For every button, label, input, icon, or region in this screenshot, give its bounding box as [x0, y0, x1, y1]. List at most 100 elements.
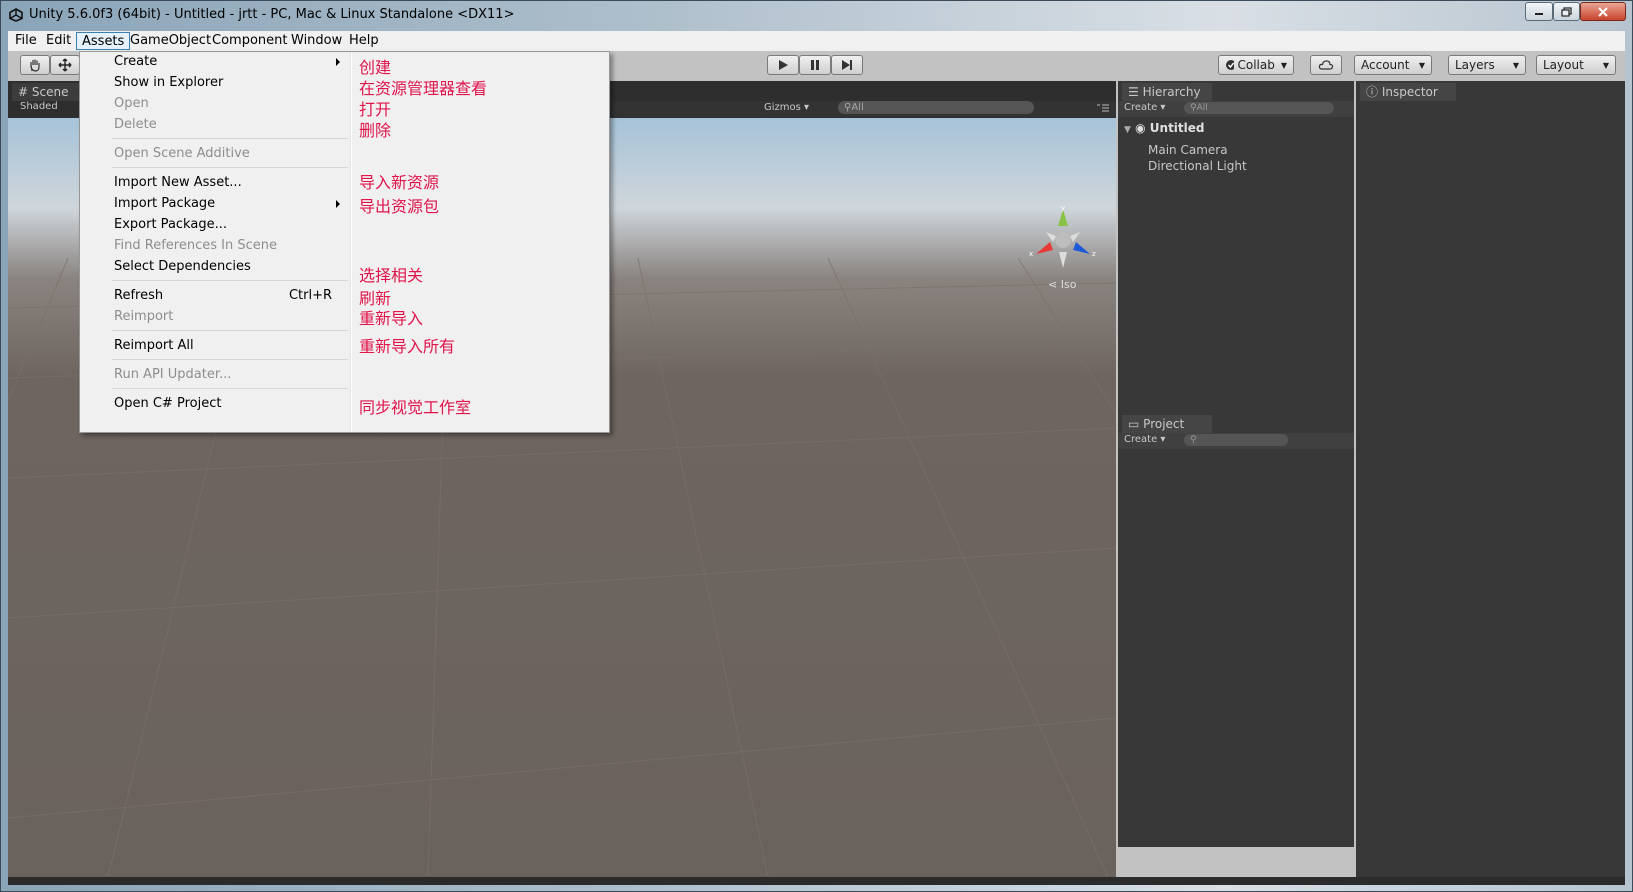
menu-item-label: Create: [114, 54, 158, 69]
layout-label: Layout: [1543, 58, 1584, 72]
list-item[interactable]: Directional Light: [1148, 159, 1247, 173]
scene-search-placeholder: All: [851, 102, 864, 113]
menu-item-label: Delete: [114, 117, 157, 132]
menu-item-open-scene-additive[interactable]: Open Scene Additive: [80, 144, 350, 164]
pause-button[interactable]: [799, 55, 831, 75]
expand-triangle-icon[interactable]: ▼: [1124, 125, 1131, 135]
hierarchy-scene-root[interactable]: ▼ ◉ Untitled: [1124, 121, 1205, 135]
tab-inspector[interactable]: ⓘ Inspector: [1360, 83, 1456, 101]
panel-menu-icon[interactable]: [1096, 103, 1110, 113]
tab-scene[interactable]: # Scene: [12, 83, 82, 101]
menu-item-label: Import New Asset...: [114, 175, 242, 190]
menu-separator: [112, 359, 348, 360]
maximize-button[interactable]: [1553, 2, 1580, 21]
folder-icon: ▭: [1128, 417, 1140, 431]
hand-icon: [30, 59, 40, 72]
layers-dropdown[interactable]: Layers ▼: [1448, 55, 1526, 75]
hierarchy-search-input[interactable]: ⚲All: [1184, 102, 1334, 114]
menu-item-open[interactable]: Open: [80, 94, 350, 114]
annotation-delete: 删除: [359, 121, 392, 140]
minimize-button[interactable]: [1525, 2, 1553, 21]
grid-icon: #: [18, 85, 29, 99]
menu-item-label: Refresh: [114, 288, 164, 303]
layers-label: Layers: [1455, 58, 1495, 72]
menu-item-refresh[interactable]: Refresh Ctrl+R: [80, 286, 350, 306]
project-panel: ▭ Project Create ▾ ⚲: [1118, 413, 1354, 847]
account-dropdown[interactable]: Account ▼: [1354, 55, 1432, 75]
menu-window[interactable]: Window: [286, 32, 347, 50]
menu-item-create[interactable]: Create: [80, 52, 350, 72]
menu-assets[interactable]: Assets: [76, 32, 131, 50]
list-item[interactable]: Main Camera: [1148, 143, 1228, 157]
menu-item-label: Open: [114, 96, 149, 111]
menu-item-select-dependencies[interactable]: Select Dependencies: [80, 257, 350, 277]
menu-file[interactable]: File: [10, 32, 42, 50]
menu-edit[interactable]: Edit: [41, 32, 76, 50]
hierarchy-search-placeholder: All: [1196, 103, 1208, 113]
project-search-input[interactable]: ⚲: [1184, 434, 1288, 446]
menu-item-delete[interactable]: Delete: [80, 115, 350, 135]
iso-icon: ⋖: [1048, 278, 1058, 291]
scene-name: Untitled: [1149, 121, 1205, 135]
menu-item-label: Export Package...: [114, 217, 227, 232]
search-icon: ⚲: [1190, 103, 1197, 113]
axis-label-z: z: [1092, 250, 1096, 258]
move-tool-button[interactable]: [50, 55, 80, 75]
hand-tool-button[interactable]: [20, 55, 50, 75]
step-icon: [842, 60, 852, 70]
menu-help[interactable]: Help: [344, 32, 384, 50]
submenu-arrow-icon: [336, 58, 340, 66]
step-button[interactable]: [831, 55, 863, 75]
tab-project[interactable]: ▭ Project: [1122, 415, 1212, 433]
annotation-reimport: 重新导入: [359, 309, 424, 328]
tab-hierarchy[interactable]: ☰ Hierarchy: [1122, 83, 1212, 101]
scene-tab-label: Scene: [31, 85, 69, 99]
play-button[interactable]: [767, 55, 799, 75]
iso-label: Iso: [1060, 278, 1077, 291]
shading-mode-dropdown[interactable]: Shaded: [20, 101, 58, 112]
menu-item-export-package[interactable]: Export Package...: [80, 215, 350, 235]
axis-label-y: y: [1061, 204, 1065, 212]
menu-item-import-new-asset[interactable]: Import New Asset...: [80, 173, 350, 193]
chevron-down-icon: ▼: [1512, 60, 1519, 70]
menu-gutter: [350, 52, 352, 432]
layout-dropdown[interactable]: Layout ▼: [1536, 55, 1616, 75]
menu-item-run-api-updater[interactable]: Run API Updater...: [80, 365, 350, 385]
scene-search-input[interactable]: ⚲All: [838, 101, 1034, 114]
gizmos-dropdown[interactable]: Gizmos ▾: [764, 102, 809, 113]
hierarchy-create-label: Create: [1124, 102, 1158, 113]
menu-separator: [112, 280, 348, 281]
orientation-gizmo-icon[interactable]: y x z: [1028, 204, 1098, 274]
cloud-button[interactable]: [1310, 55, 1342, 75]
menu-component[interactable]: Component: [207, 32, 292, 50]
menu-item-show-in-explorer[interactable]: Show in Explorer: [80, 73, 350, 93]
chevron-down-icon: ▼: [1602, 60, 1609, 70]
annotation-select-dependencies: 选择相关: [359, 266, 424, 285]
annotation-import-package: 导出资源包: [359, 197, 440, 216]
menu-item-label: Reimport: [114, 309, 174, 324]
menu-separator: [112, 330, 348, 331]
close-icon: [1598, 6, 1608, 17]
menu-item-reimport[interactable]: Reimport: [80, 307, 350, 327]
menu-item-label: Reimport All: [114, 338, 194, 353]
close-button[interactable]: [1580, 2, 1626, 21]
menu-item-label: Open Scene Additive: [114, 146, 250, 161]
menu-item-reimport-all[interactable]: Reimport All: [80, 336, 350, 356]
title-bar: Unity 5.6.0f3 (64bit) - Untitled - jrtt …: [1, 1, 1632, 29]
menu-item-import-package[interactable]: Import Package: [80, 194, 350, 214]
menu-item-open-csharp-project[interactable]: Open C# Project: [80, 394, 350, 414]
menu-separator: [112, 388, 348, 389]
unity-scene-icon: ◉: [1135, 121, 1146, 135]
minimize-icon: [1535, 12, 1543, 15]
hierarchy-create-dropdown[interactable]: Create ▾: [1124, 102, 1165, 113]
menu-gameobject[interactable]: GameObject: [125, 32, 216, 50]
projection-toggle[interactable]: ⋖ Iso: [1048, 278, 1076, 291]
inspector-panel: ⓘ Inspector: [1356, 81, 1625, 877]
annotation-open-csharp-project: 同步视觉工作室: [359, 398, 472, 417]
project-create-dropdown[interactable]: Create ▾: [1124, 434, 1165, 445]
menu-item-find-references[interactable]: Find References In Scene: [80, 236, 350, 256]
pause-icon: [811, 60, 819, 70]
unity-logo-icon: [9, 8, 23, 22]
collab-dropdown[interactable]: Collab ▼: [1218, 55, 1294, 75]
restore-icon: [1560, 6, 1572, 17]
